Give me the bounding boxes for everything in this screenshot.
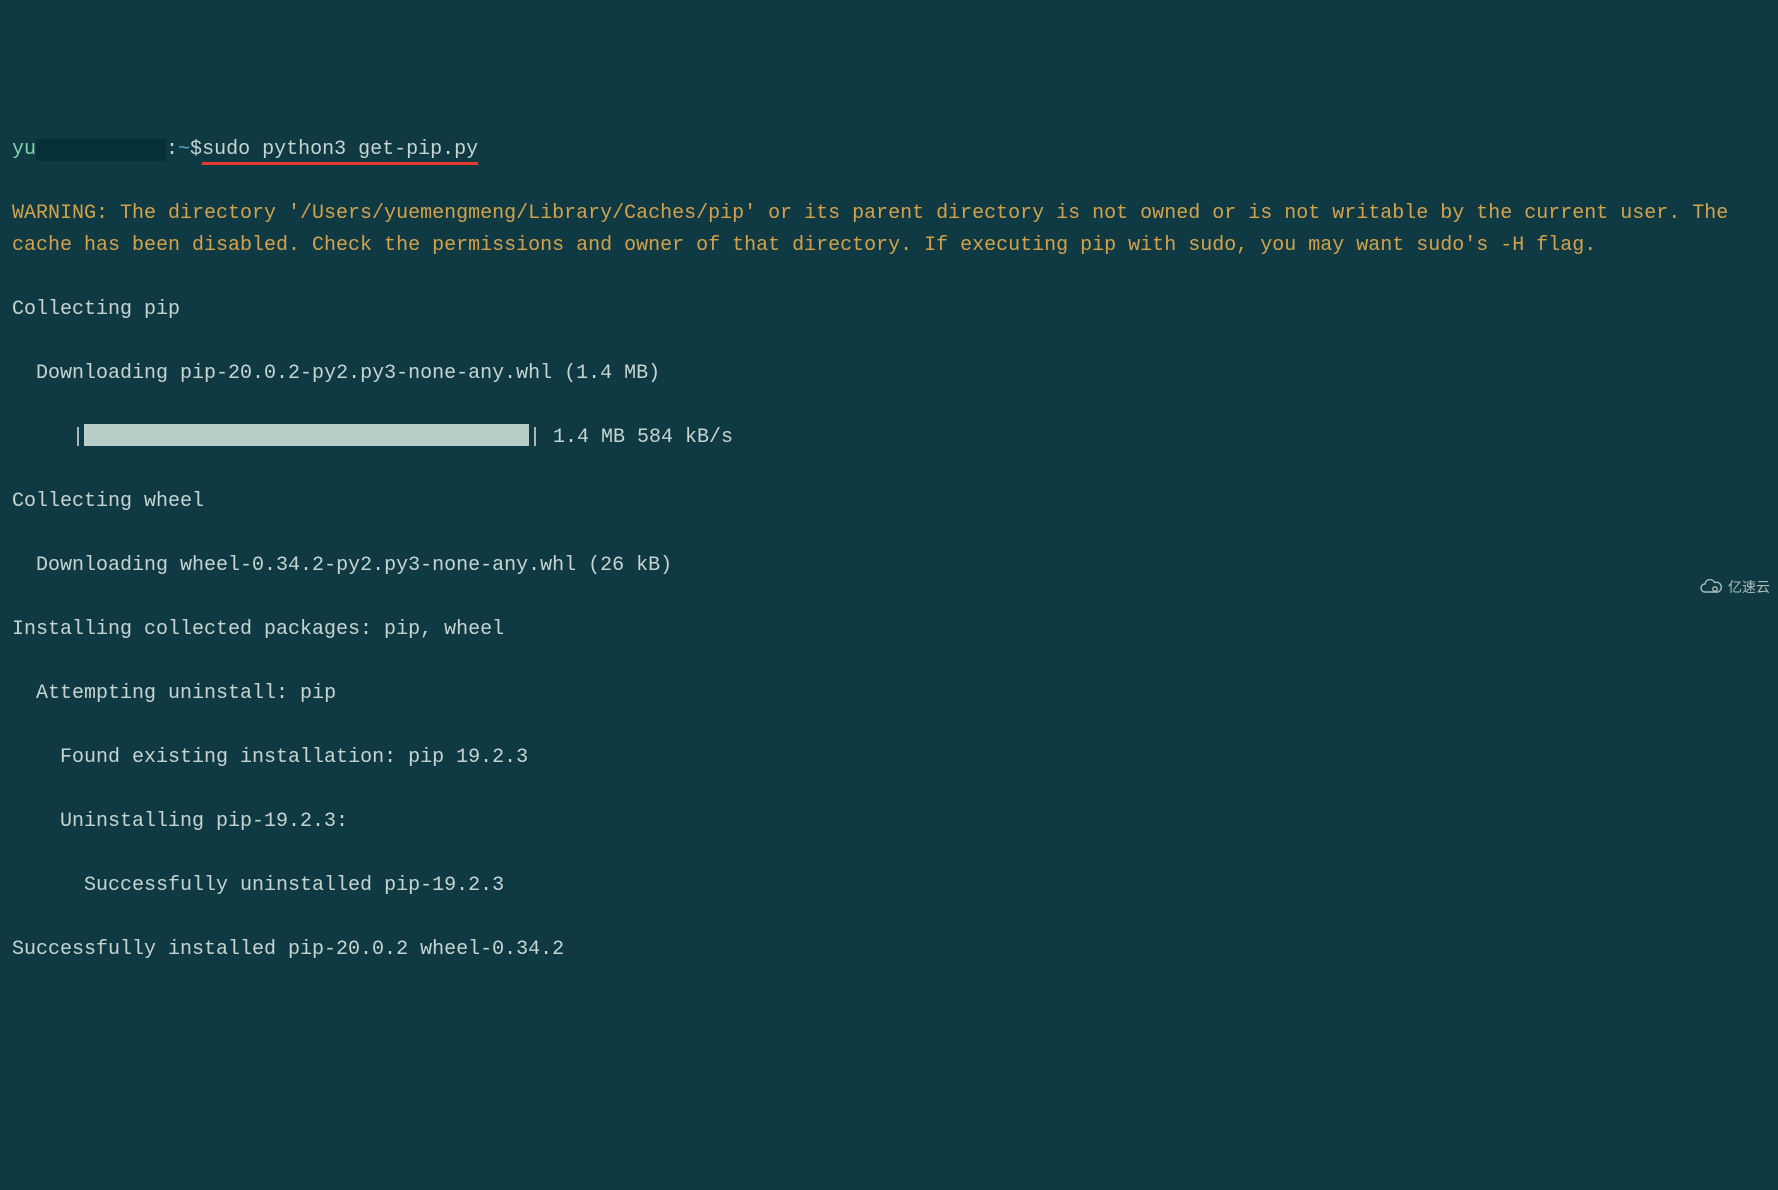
prompt-line[interactable]: yu:~$sudo python3 get-pip.py	[12, 134, 1766, 166]
prompt-path: ~	[178, 138, 190, 161]
prompt-separator: :	[166, 138, 178, 161]
progress-suffix: | 1.4 MB 584 kB/s	[529, 426, 733, 449]
watermark: 亿速云	[1698, 576, 1770, 598]
output-line: Successfully installed pip-20.0.2 wheel-…	[12, 934, 1766, 966]
output-line: Uninstalling pip-19.2.3:	[12, 806, 1766, 838]
output-line: Downloading pip-20.0.2-py2.py3-none-any.…	[12, 358, 1766, 390]
prompt-user: yu	[12, 138, 166, 161]
output-line: Found existing installation: pip 19.2.3	[12, 742, 1766, 774]
warning-text: WARNING: The directory '/Users/yuemengme…	[12, 198, 1766, 262]
output-line: Installing collected packages: pip, whee…	[12, 614, 1766, 646]
progress-line: | | 1.4 MB 584 kB/s	[12, 422, 1766, 454]
progress-prefix: |	[12, 426, 84, 449]
output-line: Attempting uninstall: pip	[12, 678, 1766, 710]
output-line: Collecting wheel	[12, 486, 1766, 518]
output-line: Collecting pip	[12, 294, 1766, 326]
watermark-text: 亿速云	[1728, 576, 1770, 598]
progress-bar	[84, 424, 529, 446]
output-line: Downloading wheel-0.34.2-py2.py3-none-an…	[12, 550, 1766, 582]
command-input[interactable]: sudo python3 get-pip.py	[202, 138, 478, 165]
prompt-dollar: $	[190, 138, 202, 161]
cloud-icon	[1698, 579, 1724, 595]
redacted-user	[36, 139, 166, 161]
output-line: Successfully uninstalled pip-19.2.3	[12, 870, 1766, 902]
